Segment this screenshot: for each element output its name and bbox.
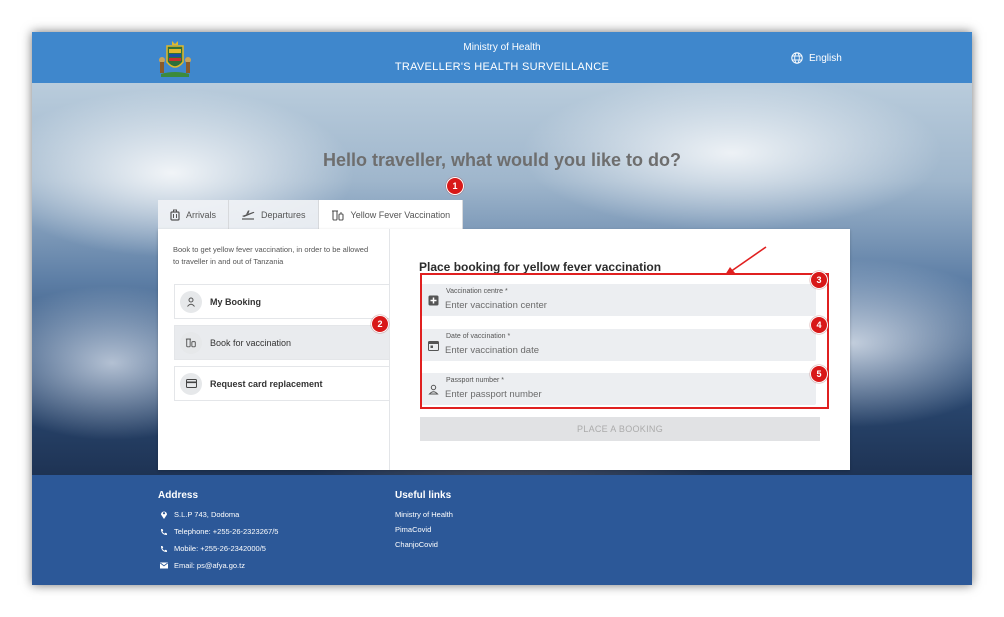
place-booking-button[interactable]: PLACE A BOOKING <box>420 417 820 441</box>
language-label: English <box>809 52 842 64</box>
annotation-badge-5: 5 <box>810 365 828 383</box>
site-footer: Address S.L.P 743, Dodoma Telephone: +25… <box>32 475 972 585</box>
service-tabs: Arrivals Departures Yellow Fever Vaccina… <box>158 200 464 229</box>
sidebar-item-my-booking[interactable]: My Booking <box>174 284 389 319</box>
hero-title: Hello traveller, what would you like to … <box>322 150 682 170</box>
mobile-phone-icon <box>161 545 167 552</box>
annotation-badge-3: 3 <box>810 271 828 289</box>
sidebar-item-label: Book for vaccination <box>210 337 292 348</box>
phone-icon <box>161 528 167 535</box>
language-selector[interactable]: English <box>791 52 842 64</box>
annotation-badge-1: 1 <box>446 177 464 195</box>
tab-yellow-fever-vaccination[interactable]: Yellow Fever Vaccination <box>318 200 464 229</box>
tab-label: Arrivals <box>186 209 217 220</box>
tab-departures[interactable]: Departures <box>229 200 319 229</box>
luggage-icon <box>170 209 180 221</box>
annotation-badge-2: 2 <box>371 315 389 333</box>
mail-icon <box>160 562 168 569</box>
vaccine-icon <box>180 331 202 354</box>
useful-links-heading: Useful links <box>395 490 452 501</box>
highlight-box <box>420 273 829 409</box>
link-chanjocovid[interactable]: ChanjoCovid <box>395 540 438 549</box>
address-line: S.L.P 743, Dodoma <box>160 510 239 519</box>
app-window: Ministry of Health TRAVELLER'S HEALTH SU… <box>32 32 972 585</box>
annotation-badge-4: 4 <box>810 316 828 334</box>
tab-label: Departures <box>261 209 306 220</box>
form-title: Place booking for yellow fever vaccinati… <box>419 260 662 274</box>
tab-label: Yellow Fever Vaccination <box>350 209 451 220</box>
location-pin-icon <box>161 511 167 519</box>
tab-arrivals[interactable]: Arrivals <box>158 200 230 229</box>
globe-icon <box>791 52 803 64</box>
card-icon <box>180 372 202 395</box>
link-pimacovid[interactable]: PimaCovid <box>395 525 431 534</box>
hero-section: Hello traveller, what would you like to … <box>32 83 972 475</box>
telephone-line: Telephone: +255-26-2323267/5 <box>160 527 278 536</box>
mobile-line: Mobile: +255-26-2342000/5 <box>160 544 266 553</box>
airplane-takeoff-icon <box>242 210 255 220</box>
sidebar-item-label: My Booking <box>210 296 261 307</box>
sidebar-intro: Book to get yellow fever vaccination, in… <box>173 245 369 266</box>
annotation-arrow <box>725 246 767 275</box>
site-header: Ministry of Health TRAVELLER'S HEALTH SU… <box>32 32 972 83</box>
sidebar-item-book-for-vaccination[interactable]: Book for vaccination <box>174 325 389 360</box>
address-heading: Address <box>158 490 199 501</box>
person-icon <box>180 290 202 313</box>
sidebar-item-request-card-replacement[interactable]: Request card replacement <box>174 366 389 401</box>
link-ministry-of-health[interactable]: Ministry of Health <box>395 510 453 519</box>
email-line: Email: ps@afya.go.tz <box>160 561 245 570</box>
vaccine-icon <box>331 209 344 221</box>
booking-sidebar: Book to get yellow fever vaccination, in… <box>158 229 390 470</box>
sidebar-item-label: Request card replacement <box>210 378 323 389</box>
